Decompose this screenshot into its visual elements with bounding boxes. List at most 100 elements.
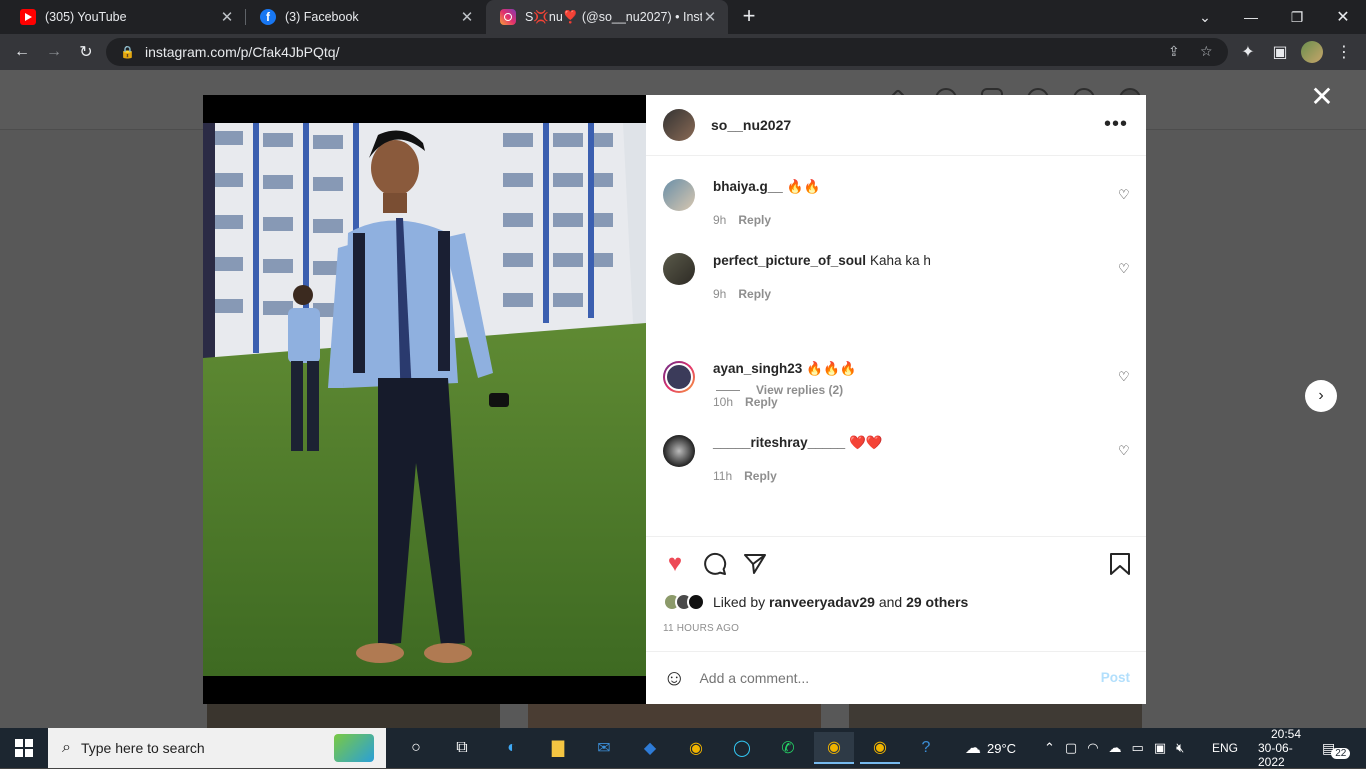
commenter-avatar[interactable] (663, 253, 695, 285)
url-text: instagram.com/p/Cfak4JbPQtq/ (144, 44, 340, 60)
new-tab-button[interactable]: + (738, 5, 760, 29)
wifi-icon[interactable]: ◠ (1087, 740, 1098, 756)
cortana-icon[interactable]: ○ (396, 732, 436, 764)
commenter-username[interactable]: _____riteshray_____ (713, 435, 845, 450)
like-comment-heart-icon[interactable]: ♡ (1118, 261, 1130, 277)
like-comment-heart-icon[interactable]: ♡ (1118, 187, 1130, 203)
grid-thumbnail[interactable] (849, 704, 1142, 728)
comment-icon[interactable] (701, 550, 729, 578)
post-timestamp[interactable]: 11 HOURS AGO (663, 623, 739, 634)
reply-button[interactable]: Reply (745, 395, 778, 409)
weather-widget[interactable]: ☁ 29°C (965, 728, 1016, 768)
help-icon[interactable]: ? (906, 732, 946, 764)
display-icon[interactable]: ▣ (1154, 740, 1166, 756)
save-bookmark-icon[interactable] (1106, 550, 1134, 578)
menu-icon[interactable]: ⋮ (1330, 38, 1358, 66)
tray-icons: ⌃ ▢ ◠ ☁ ▭ ▣ 🔇︎ (1044, 728, 1194, 768)
share-icon[interactable] (741, 550, 769, 578)
language-indicator[interactable]: ENG (1212, 728, 1238, 768)
onedrive-icon[interactable]: ☁ (1109, 740, 1122, 756)
commenter-avatar[interactable] (663, 361, 695, 393)
file-explorer-icon[interactable]: ▇ (538, 732, 578, 764)
start-button[interactable] (0, 728, 48, 768)
comment-time: 9h (713, 213, 727, 227)
comment-time: 10h (713, 395, 734, 409)
grid-thumbnail[interactable] (207, 704, 500, 728)
clock-time: 20:54 (1270, 727, 1302, 741)
comment-time: 11h (713, 469, 733, 483)
tab-youtube[interactable]: (305) YouTube ✕ (0, 0, 245, 34)
task-view-icon[interactable]: ⧉ (442, 732, 482, 764)
search-icon: ⌕ (62, 739, 71, 756)
comment-text: 🔥🔥🔥 (806, 361, 857, 376)
reload-button[interactable]: ↻ (72, 38, 100, 66)
back-button[interactable]: ← (8, 38, 36, 66)
like-comment-heart-icon[interactable]: ♡ (1118, 369, 1130, 385)
side-panel-icon[interactable]: ▣ (1266, 38, 1294, 66)
chrome-profile2-icon[interactable]: ◉ (860, 732, 900, 764)
tab-instagram[interactable]: S💢nu❣️ (@so__nu2027) • Insta ✕ (486, 0, 728, 34)
post-comment-button[interactable]: Post (1101, 670, 1130, 685)
extensions-icon[interactable]: ✦ (1234, 38, 1262, 66)
post-photo[interactable] (203, 123, 646, 676)
tab-search-icon[interactable]: ⌄ (1182, 0, 1228, 34)
taskbar-search-box[interactable]: ⌕ Type here to search (48, 728, 386, 768)
grid-thumbnail[interactable] (528, 704, 821, 728)
facebook-icon: f (260, 9, 276, 25)
address-bar[interactable]: 🔒 instagram.com/p/Cfak4JbPQtq/ ⇪ ☆ (106, 38, 1228, 66)
lock-icon: 🔒 (120, 45, 135, 59)
commenter-avatar[interactable] (663, 435, 695, 467)
restore-button[interactable]: ❐ (1274, 0, 1320, 34)
search-highlight-icon[interactable] (334, 734, 374, 762)
tab-facebook[interactable]: f (3) Facebook ✕ (240, 0, 485, 34)
close-tab-icon[interactable]: ✕ (702, 8, 718, 26)
liked-by-others[interactable]: 29 others (906, 594, 968, 610)
whatsapp-icon[interactable]: ✆ (768, 732, 808, 764)
chevron-up-icon[interactable]: ⌃ (1044, 740, 1055, 756)
more-options-icon[interactable]: ••• (1104, 113, 1128, 136)
commenter-username[interactable]: perfect_picture_of_soul (713, 253, 866, 268)
comment-input[interactable] (699, 670, 1080, 686)
close-window-button[interactable]: ✕ (1320, 0, 1366, 34)
minimize-button[interactable]: — (1228, 0, 1274, 34)
chrome-icon[interactable]: ◉ (676, 732, 716, 764)
close-tab-icon[interactable]: ✕ (219, 8, 235, 26)
chrome-profile-icon[interactable]: ◉ (814, 732, 854, 764)
author-avatar[interactable] (663, 109, 695, 141)
reply-button[interactable]: Reply (738, 287, 771, 301)
reply-button[interactable]: Reply (744, 469, 777, 483)
comment-text: Kaha ka h (870, 253, 931, 268)
profile-avatar[interactable] (1298, 38, 1326, 66)
share-icon[interactable]: ⇪ (1168, 43, 1180, 60)
instagram-page: ✕ › so__nu2027 ••• bhaiya.g__ 🔥🔥 9h Repl… (0, 70, 1366, 728)
commenter-avatar[interactable] (663, 179, 695, 211)
clock-date: 30-06-2022 (1258, 741, 1293, 769)
forward-button[interactable]: → (40, 38, 68, 66)
author-username[interactable]: so__nu2027 (711, 117, 791, 133)
liked-by-summary[interactable]: Liked by ranveeryadav29 and 29 others (663, 593, 968, 611)
like-heart-icon[interactable]: ♥ (661, 550, 689, 578)
windows-taskbar: ⌕ Type here to search ○ ⧉ ◐ ▇ ✉ ◆ ◉ ◯ ✆ … (0, 727, 1366, 769)
liked-by-username[interactable]: ranveeryadav29 (769, 594, 875, 610)
meet-now-icon[interactable]: ▢ (1065, 740, 1077, 756)
battery-icon[interactable]: ▭ (1132, 740, 1144, 756)
close-modal-icon[interactable]: ✕ (1310, 83, 1334, 111)
edge-icon[interactable]: ◐ (492, 732, 532, 764)
emoji-icon[interactable]: ☺ (663, 665, 685, 691)
tab-title: (305) YouTube (45, 10, 127, 24)
dropbox-icon[interactable]: ◆ (630, 732, 670, 764)
notification-count: 22 (1331, 747, 1351, 759)
next-post-arrow-icon[interactable]: › (1305, 380, 1337, 412)
commenter-username[interactable]: ayan_singh23 (713, 361, 802, 376)
like-comment-heart-icon[interactable]: ♡ (1118, 443, 1130, 459)
notification-center[interactable]: ▤ 22 (1322, 728, 1351, 768)
commenter-username[interactable]: bhaiya.g__ (713, 179, 783, 194)
alexa-icon[interactable]: ◯ (722, 732, 762, 764)
volume-muted-icon[interactable]: 🔇︎ (1176, 740, 1184, 756)
clock[interactable]: 20:54 30-06-2022 (1258, 727, 1314, 769)
mail-icon[interactable]: ✉ (584, 732, 624, 764)
bookmark-star-icon[interactable]: ☆ (1200, 43, 1213, 60)
close-tab-icon[interactable]: ✕ (459, 8, 475, 26)
reply-button[interactable]: Reply (738, 213, 771, 227)
liked-by-and: and (878, 594, 903, 610)
